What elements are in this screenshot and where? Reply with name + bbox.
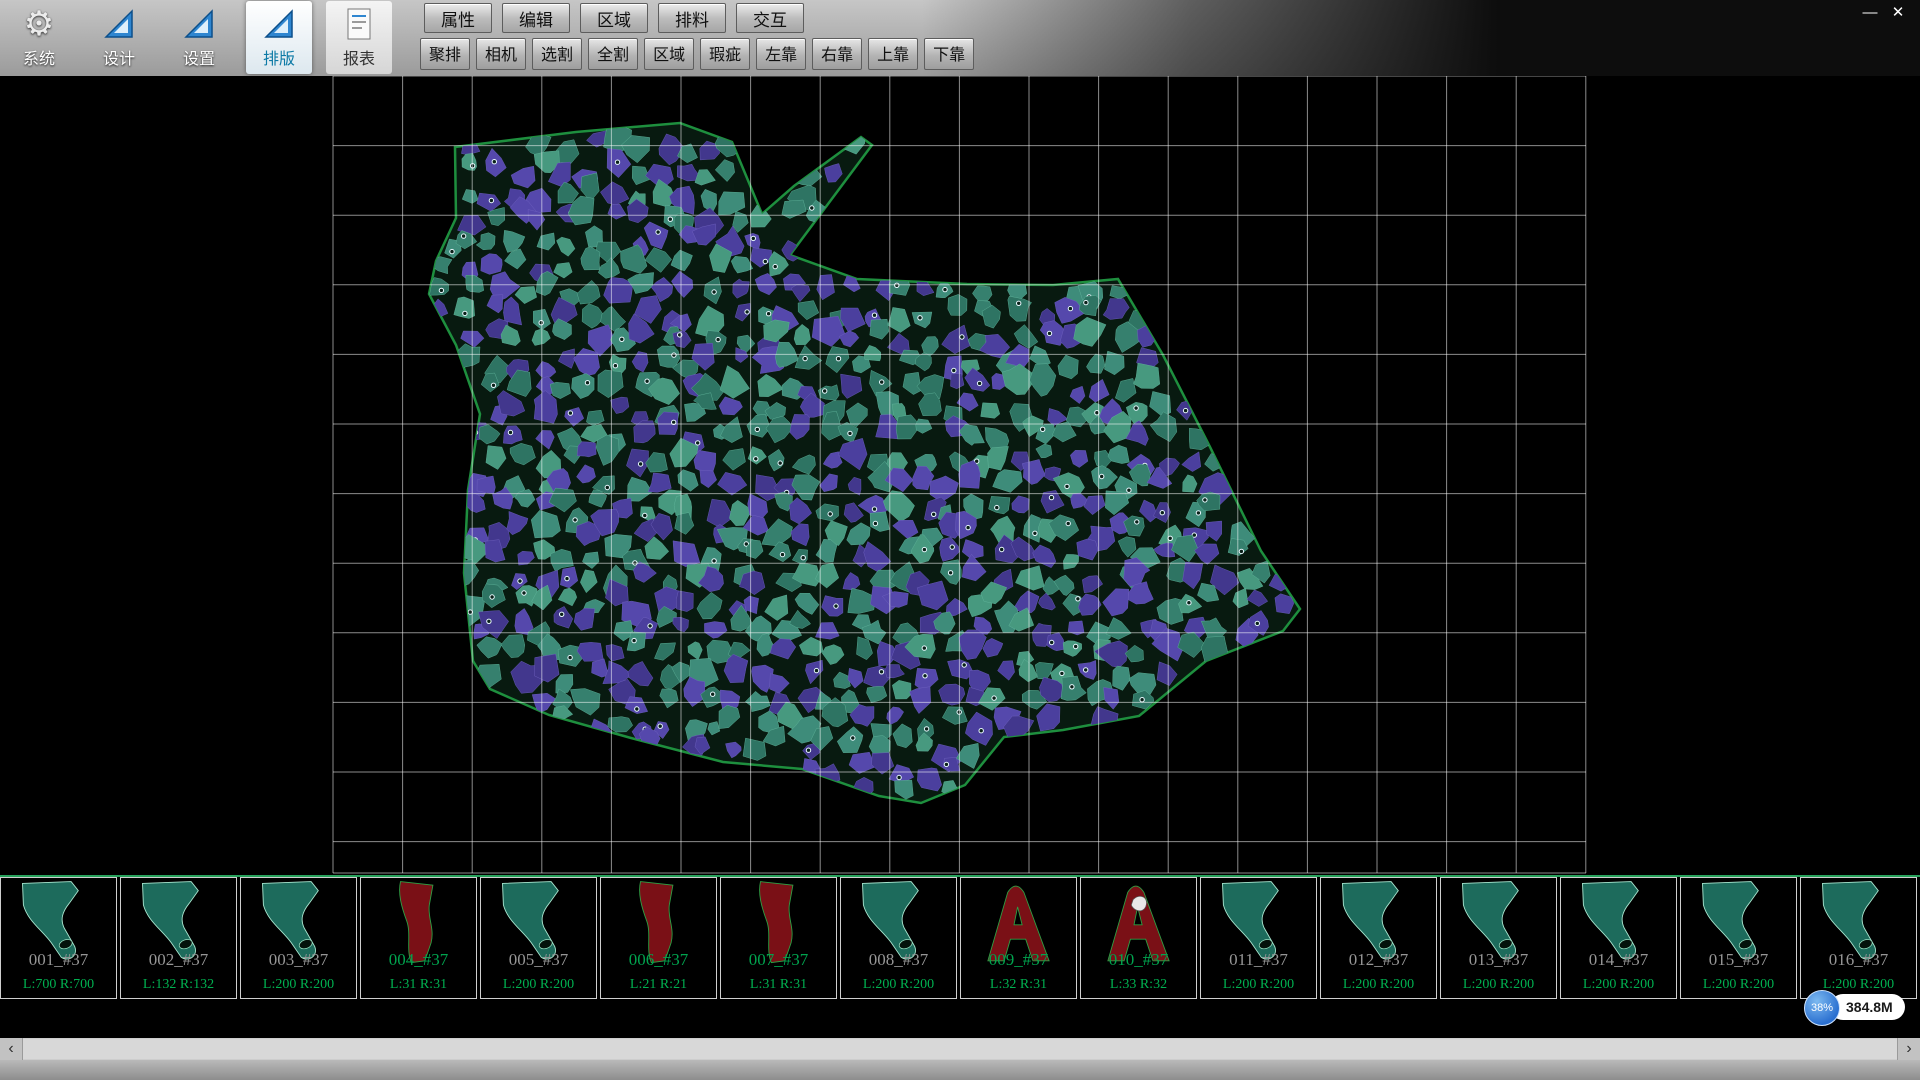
nesting-canvas-svg — [0, 76, 1920, 875]
piece-lr-count: L:31 R:31 — [361, 977, 476, 993]
minimize-button[interactable]: — — [1856, 3, 1884, 23]
piece-thumbnail[interactable]: 003_#37 L:200 R:200 — [240, 877, 357, 999]
piece-label: 014_#37 — [1561, 950, 1676, 970]
piece-thumbnail[interactable]: 002_#37 L:132 R:132 — [120, 877, 237, 999]
toolbar: ⚙系统设计设置排版报表 属性编辑区域排料交互 聚排相机选割全割区域瑕疵左靠右靠上… — [0, 0, 1920, 76]
piece-lr-count: L:200 R:200 — [1561, 977, 1676, 993]
piece-thumbnail-strip: 001_#37L:700 R:700002_#37L:132 R:132003_… — [0, 875, 1920, 1001]
piece-lr-count: L:200 R:200 — [1201, 977, 1316, 993]
tool-button-align-bottom[interactable]: 下靠 — [924, 38, 974, 70]
piece-label: 008_#37 — [841, 950, 956, 970]
gear-icon: ⚙ — [24, 3, 54, 45]
app-tab-label: 设置 — [183, 45, 215, 69]
app-tab-design[interactable]: 设计 — [86, 1, 152, 74]
app-tab-layout[interactable]: 排版 — [246, 1, 312, 74]
tool-button-defect[interactable]: 瑕疵 — [700, 38, 750, 70]
piece-thumbnail[interactable]: 007_#37 L:31 R:31 — [720, 877, 837, 999]
piece-label: 015_#37 — [1681, 950, 1796, 970]
piece-lr-count: L:700 R:700 — [1, 977, 116, 993]
piece-label: 004_#37 — [361, 950, 476, 970]
piece-thumbnail[interactable]: 011_#37 L:200 R:200 — [1200, 877, 1317, 999]
tool-button-region[interactable]: 区域 — [644, 38, 694, 70]
piece-label: 007_#37 — [721, 950, 836, 970]
piece-thumbnail[interactable]: 006_#37 L:21 R:21 — [600, 877, 717, 999]
piece-thumbnail[interactable]: 014_#37 L:200 R:200 — [1560, 877, 1677, 999]
tool-button-align-top[interactable]: 上靠 — [868, 38, 918, 70]
piece-label: 003_#37 — [241, 950, 356, 970]
piece-label: 001_#37 — [1, 950, 116, 970]
memory-usage-label: 384.8M — [1830, 994, 1905, 1020]
app-tab-system[interactable]: ⚙系统 — [6, 1, 72, 74]
app-tab-bar: ⚙系统设计设置排版报表 — [6, 1, 406, 75]
piece-lr-count: L:200 R:200 — [841, 977, 956, 993]
piece-label: 010_#37 — [1081, 950, 1196, 970]
piece-label: 006_#37 — [601, 950, 716, 970]
menu-tab-property[interactable]: 属性 — [424, 3, 492, 33]
app-tab-label: 报表 — [343, 45, 375, 69]
piece-lr-count: L:132 R:132 — [121, 977, 236, 993]
piece-lr-count: L:200 R:200 — [241, 977, 356, 993]
scroll-right-arrow[interactable]: › — [1897, 1038, 1920, 1060]
app-tab-label: 排版 — [263, 45, 295, 69]
piece-label: 012_#37 — [1321, 950, 1436, 970]
piece-thumbnail[interactable]: 004_#37 L:31 R:31 — [360, 877, 477, 999]
tool-button-select-cut[interactable]: 选割 — [532, 38, 582, 70]
menu-tab-interaction[interactable]: 交互 — [736, 3, 804, 33]
set-square-icon — [262, 3, 296, 45]
nesting-app-window: ⚙系统设计设置排版报表 属性编辑区域排料交互 聚排相机选割全割区域瑕疵左靠右靠上… — [0, 0, 1920, 1080]
piece-thumbnail[interactable]: 016_#37L:200 R:200 — [1800, 877, 1917, 999]
menu-tab-edit[interactable]: 编辑 — [502, 3, 570, 33]
set-square-icon — [102, 3, 136, 45]
piece-lr-count: L:200 R:200 — [1441, 977, 1556, 993]
tool-button-cluster-nest[interactable]: 聚排 — [420, 38, 470, 70]
piece-thumbnail[interactable]: 009_#37 L:32 R:31 — [960, 877, 1077, 999]
scrollbar-thumb[interactable] — [22, 1039, 1898, 1059]
piece-lr-count: L:200 R:200 — [481, 977, 596, 993]
app-tab-label: 设计 — [103, 45, 135, 69]
menu-tab-region[interactable]: 区域 — [580, 3, 648, 33]
progress-badge: 384.8M 38% — [1804, 990, 1904, 1026]
app-tab-report[interactable]: 报表 — [326, 1, 392, 74]
menu-tab-nesting[interactable]: 排料 — [658, 3, 726, 33]
nesting-canvas[interactable] — [0, 76, 1920, 875]
piece-thumbnail[interactable]: 013_#37 L:200 R:200 — [1440, 877, 1557, 999]
tool-button-bar: 聚排相机选割全割区域瑕疵左靠右靠上靠下靠 — [420, 38, 980, 70]
piece-thumbnail[interactable]: 012_#37 L:200 R:200 — [1320, 877, 1437, 999]
piece-label: 016_#37 — [1801, 950, 1916, 970]
app-tab-label: 系统 — [23, 45, 55, 69]
scroll-left-arrow[interactable]: ‹ — [0, 1038, 23, 1060]
status-row — [0, 1001, 1920, 1038]
tool-button-align-right[interactable]: 右靠 — [812, 38, 862, 70]
app-tab-settings[interactable]: 设置 — [166, 1, 232, 74]
piece-lr-count: L:31 R:31 — [721, 977, 836, 993]
piece-thumbnail[interactable]: 010_#37 L:33 R:32 — [1080, 877, 1197, 999]
close-button[interactable]: ✕ — [1884, 3, 1912, 23]
piece-label: 002_#37 — [121, 950, 236, 970]
piece-thumbnail[interactable]: 008_#37 L:200 R:200 — [840, 877, 957, 999]
piece-lr-count: L:21 R:21 — [601, 977, 716, 993]
piece-label: 009_#37 — [961, 950, 1076, 970]
piece-thumbnail[interactable]: 001_#37 L:700 R:700 — [0, 877, 117, 999]
piece-lr-count: L:200 R:200 — [1321, 977, 1436, 993]
piece-lr-count: L:200 R:200 — [1681, 977, 1796, 993]
piece-thumbnail[interactable]: 005_#37 L:200 R:200 — [480, 877, 597, 999]
tool-button-full-cut[interactable]: 全割 — [588, 38, 638, 70]
window-controls: — ✕ — [1856, 3, 1912, 23]
piece-lr-count: L:33 R:32 — [1081, 977, 1196, 993]
bottom-status-bar — [0, 1060, 1920, 1080]
menu-tab-bar: 属性编辑区域排料交互 — [424, 3, 814, 33]
report-icon — [344, 3, 374, 45]
piece-label: 005_#37 — [481, 950, 596, 970]
piece-label: 011_#37 — [1201, 950, 1316, 970]
progress-percent-badge: 38% — [1804, 990, 1840, 1026]
tool-button-camera[interactable]: 相机 — [476, 38, 526, 70]
set-square-icon — [182, 3, 216, 45]
tool-button-align-left[interactable]: 左靠 — [756, 38, 806, 70]
piece-thumbnail[interactable]: 015_#37 L:200 R:200 — [1680, 877, 1797, 999]
horizontal-scrollbar[interactable]: ‹ › — [0, 1038, 1920, 1060]
piece-label: 013_#37 — [1441, 950, 1556, 970]
piece-lr-count: L:32 R:31 — [961, 977, 1076, 993]
